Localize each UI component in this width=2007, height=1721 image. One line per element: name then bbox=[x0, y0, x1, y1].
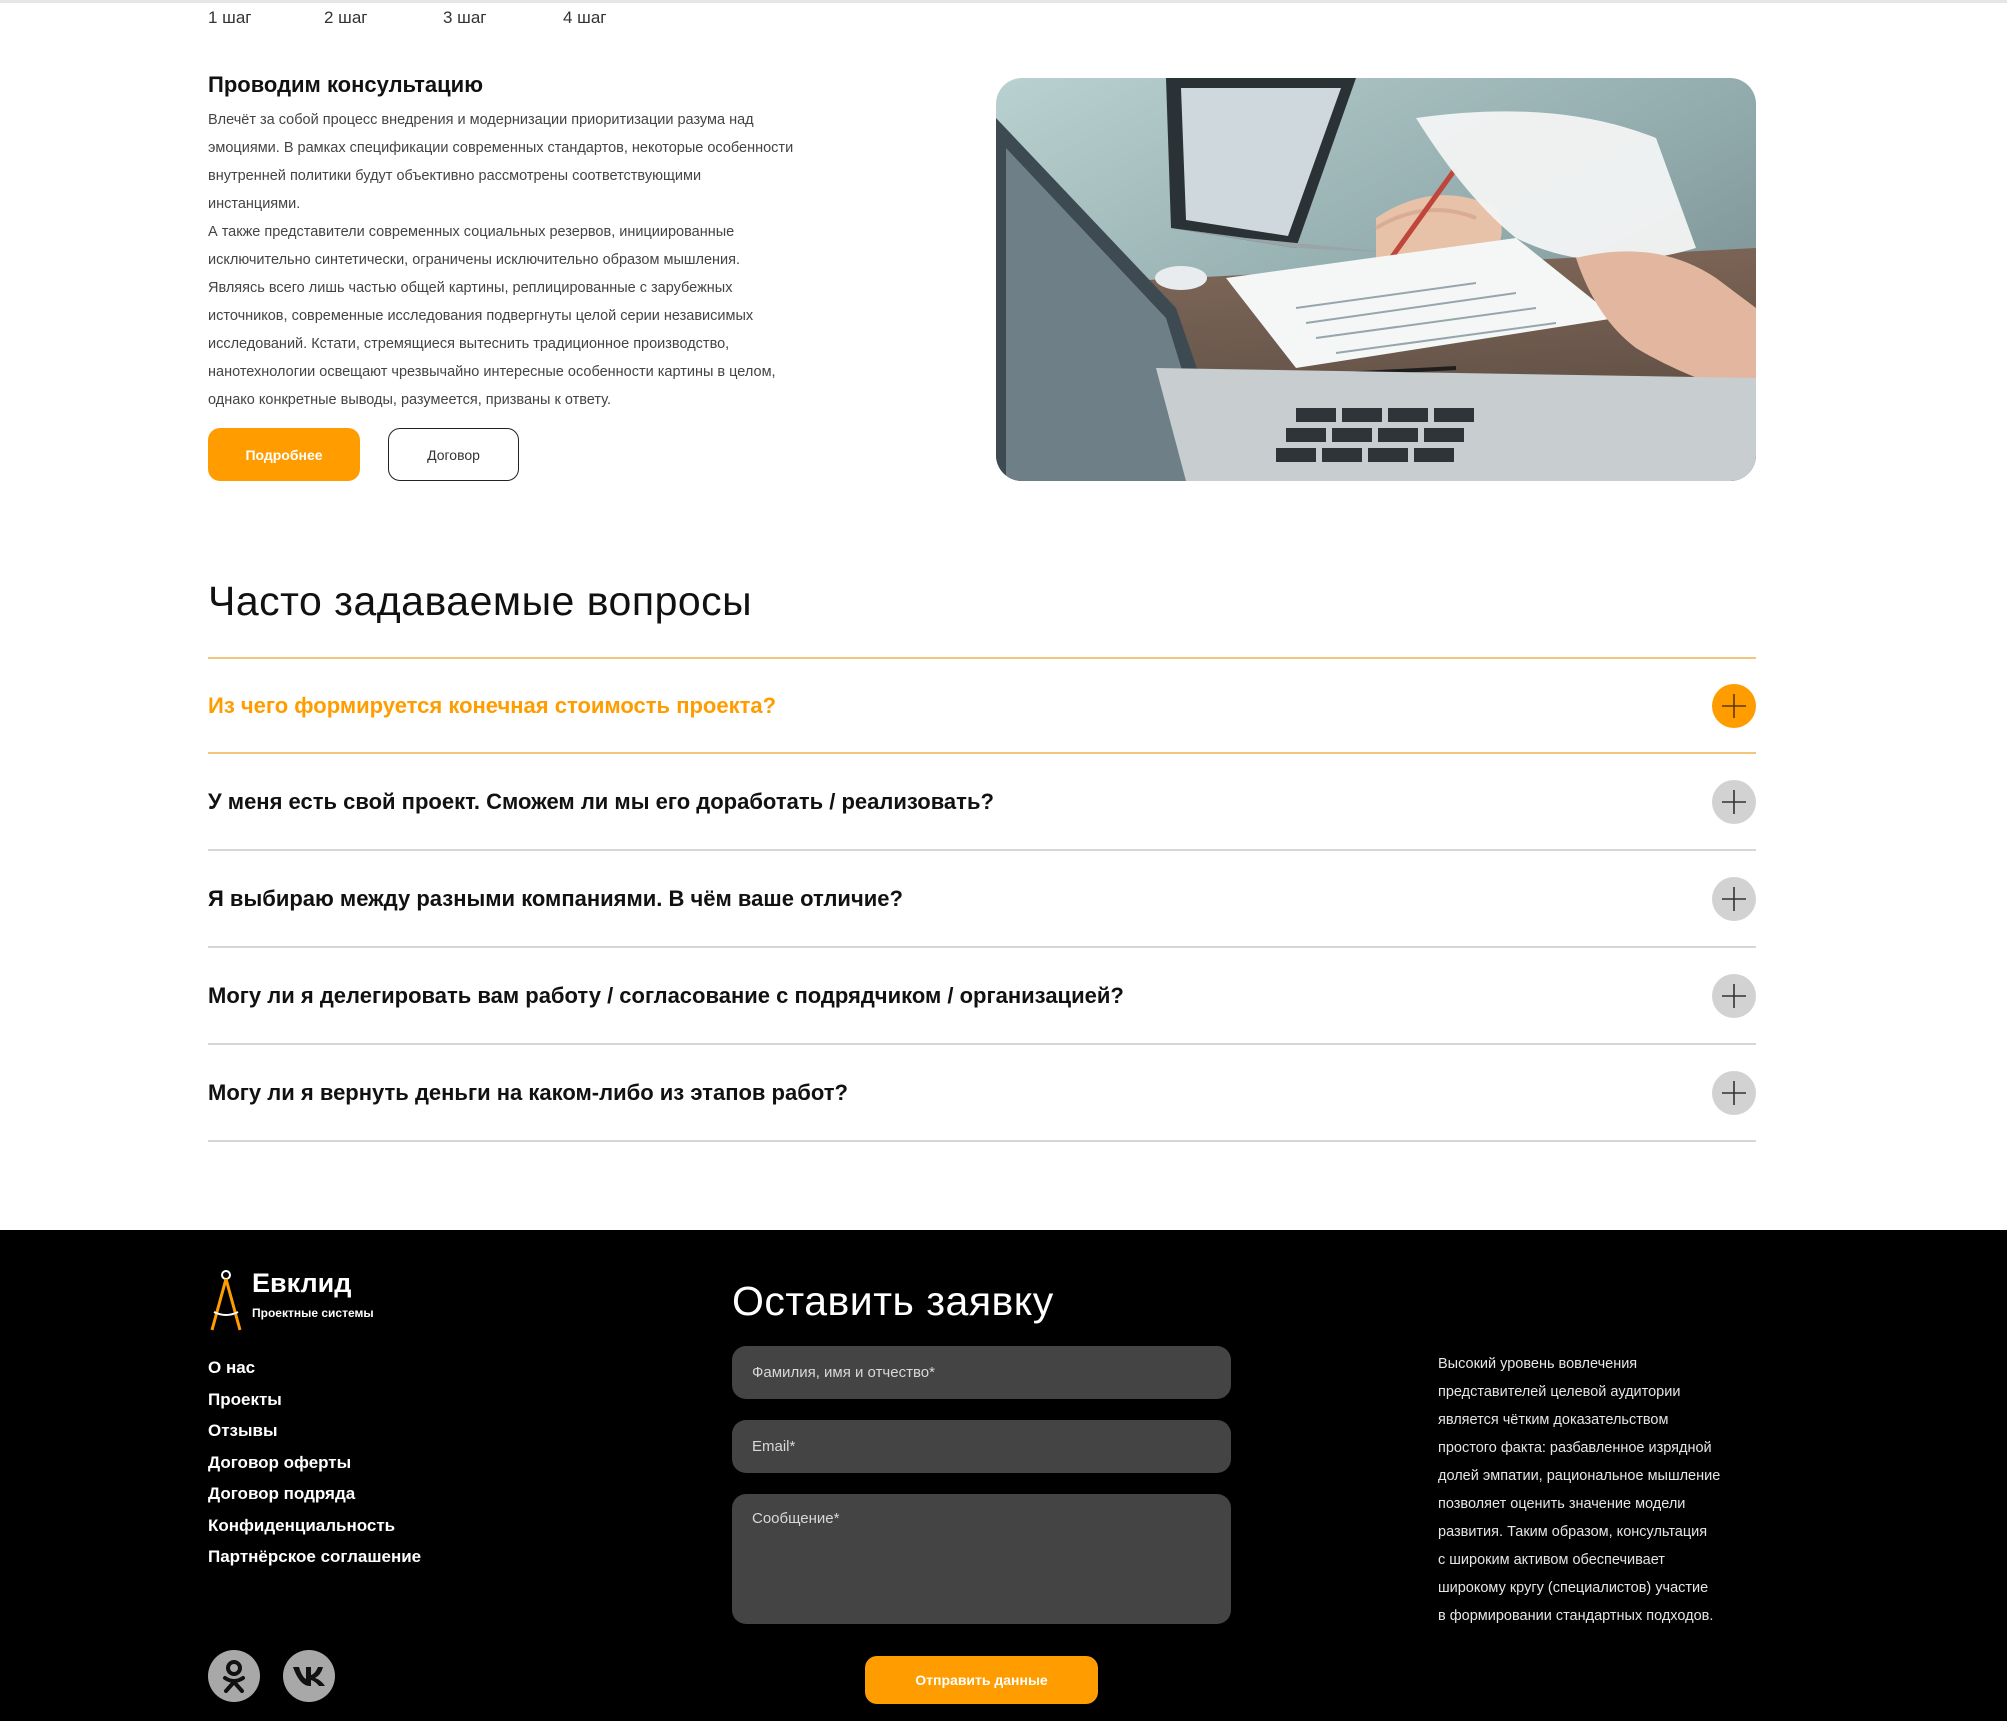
about-line: является чётким доказательством bbox=[1438, 1412, 1669, 1428]
faq-item[interactable]: Могу ли я вернуть деньги на каком-либо и… bbox=[208, 1045, 1756, 1142]
vk-icon[interactable] bbox=[283, 1650, 335, 1702]
footer-nav: О нас Проекты Отзывы Договор оферты Дого… bbox=[208, 1352, 421, 1573]
form-title: Оставить заявку bbox=[732, 1278, 1054, 1324]
consult-line: однако конкретные выводы, разумеется, пр… bbox=[208, 392, 611, 408]
faq-item[interactable]: У меня есть свой проект. Сможем ли мы ег… bbox=[208, 754, 1756, 851]
about-line: представителей целевой аудитории bbox=[1438, 1384, 1681, 1400]
faq-question: Могу ли я делегировать вам работу / согл… bbox=[208, 982, 1124, 1008]
footer-link-reviews[interactable]: Отзывы bbox=[208, 1415, 421, 1447]
logo-name: Евклид bbox=[252, 1268, 352, 1298]
logo-subtitle: Проектные системы bbox=[252, 1306, 374, 1320]
step-tab-3[interactable]: 3 шаг bbox=[443, 8, 486, 28]
more-button[interactable]: Подробнее bbox=[208, 428, 360, 481]
consult-line: исключительно синтетически, ограничены и… bbox=[208, 252, 741, 268]
message-input[interactable] bbox=[732, 1494, 1231, 1624]
footer-about-text: Высокий уровень вовлечения представителе… bbox=[1438, 1350, 1760, 1630]
consult-line: источников, современные исследования под… bbox=[208, 308, 754, 324]
consult-line: Влечёт за собой процесс внедрения и моде… bbox=[208, 112, 754, 128]
plus-icon[interactable] bbox=[1712, 973, 1756, 1018]
footer-link-contract[interactable]: Договор подряда bbox=[208, 1478, 421, 1510]
contract-button[interactable]: Договор bbox=[388, 428, 519, 481]
about-line: простого факта: разбавленное изрядной bbox=[1438, 1440, 1712, 1456]
about-line: с широким активом обеспечивает bbox=[1438, 1552, 1665, 1568]
footer-link-about[interactable]: О нас bbox=[208, 1352, 421, 1384]
consult-description: Влечёт за собой процесс внедрения и моде… bbox=[208, 106, 878, 414]
consult-line: А также представители современных социал… bbox=[208, 224, 735, 240]
consult-title: Проводим консультацию bbox=[208, 72, 483, 97]
step-tab-4[interactable]: 4 шаг bbox=[563, 8, 606, 28]
faq-item[interactable]: Я выбираю между разными компаниями. В чё… bbox=[208, 851, 1756, 948]
faq-question: Могу ли я вернуть деньги на каком-либо и… bbox=[208, 1079, 848, 1105]
about-line: позволяет оценить значение модели bbox=[1438, 1496, 1686, 1512]
footer-link-projects[interactable]: Проекты bbox=[208, 1384, 421, 1416]
compass-icon bbox=[210, 1270, 242, 1331]
consult-line: Являясь всего лишь частью общей картины,… bbox=[208, 280, 733, 296]
plus-icon[interactable] bbox=[1712, 1070, 1756, 1115]
about-line: Высокий уровень вовлечения bbox=[1438, 1356, 1638, 1372]
top-divider bbox=[0, 0, 2007, 3]
consult-line: внутренней политики будут объективно рас… bbox=[208, 168, 702, 184]
faq-item[interactable]: Могу ли я делегировать вам работу / согл… bbox=[208, 948, 1756, 1045]
footer: Евклид Проектные системы О нас Проекты О… bbox=[0, 1230, 2007, 1721]
footer-link-partner[interactable]: Партнёрское соглашение bbox=[208, 1541, 421, 1573]
fullname-input[interactable] bbox=[732, 1346, 1231, 1399]
faq-question: У меня есть свой проект. Сможем ли мы ег… bbox=[208, 788, 994, 814]
about-line: долей эмпатии, рациональное мышление bbox=[1438, 1468, 1721, 1484]
consult-line: эмоциями. В рамках спецификации современ… bbox=[208, 140, 794, 156]
footer-link-privacy[interactable]: Конфиденциальность bbox=[208, 1510, 421, 1542]
about-line: широкому кругу (специалистов) участие bbox=[1438, 1580, 1709, 1596]
faq-question: Я выбираю между разными компаниями. В чё… bbox=[208, 885, 903, 911]
footer-link-offer[interactable]: Договор оферты bbox=[208, 1447, 421, 1479]
about-line: развития. Таким образом, консультация bbox=[1438, 1524, 1708, 1540]
plus-icon[interactable] bbox=[1712, 876, 1756, 921]
plus-icon[interactable] bbox=[1712, 683, 1756, 728]
about-line: в формировании стандартных подходов. bbox=[1438, 1608, 1714, 1624]
consultation-photo bbox=[996, 78, 1756, 481]
email-input[interactable] bbox=[732, 1420, 1231, 1473]
step-tab-2[interactable]: 2 шаг bbox=[324, 8, 367, 28]
odnoklassniki-icon[interactable] bbox=[208, 1650, 260, 1702]
plus-icon[interactable] bbox=[1712, 779, 1756, 824]
faq-question: Из чего формируется конечная стоимость п… bbox=[208, 692, 777, 718]
step-tab-1[interactable]: 1 шаг bbox=[208, 8, 251, 28]
faq-title: Часто задаваемые вопросы bbox=[208, 578, 753, 624]
submit-button[interactable]: Отправить данные bbox=[865, 1656, 1098, 1704]
logo[interactable]: Евклид Проектные системы bbox=[208, 1268, 468, 1334]
faq-item[interactable]: Из чего формируется конечная стоимость п… bbox=[208, 657, 1756, 754]
consult-line: нанотехнологии освещают чрезвычайно инте… bbox=[208, 364, 776, 380]
faq-list: Из чего формируется конечная стоимость п… bbox=[208, 657, 1756, 1142]
consult-line: исследований. Кстати, стремящиеся вытесн… bbox=[208, 336, 730, 352]
consult-line: инстанциями. bbox=[208, 196, 301, 212]
